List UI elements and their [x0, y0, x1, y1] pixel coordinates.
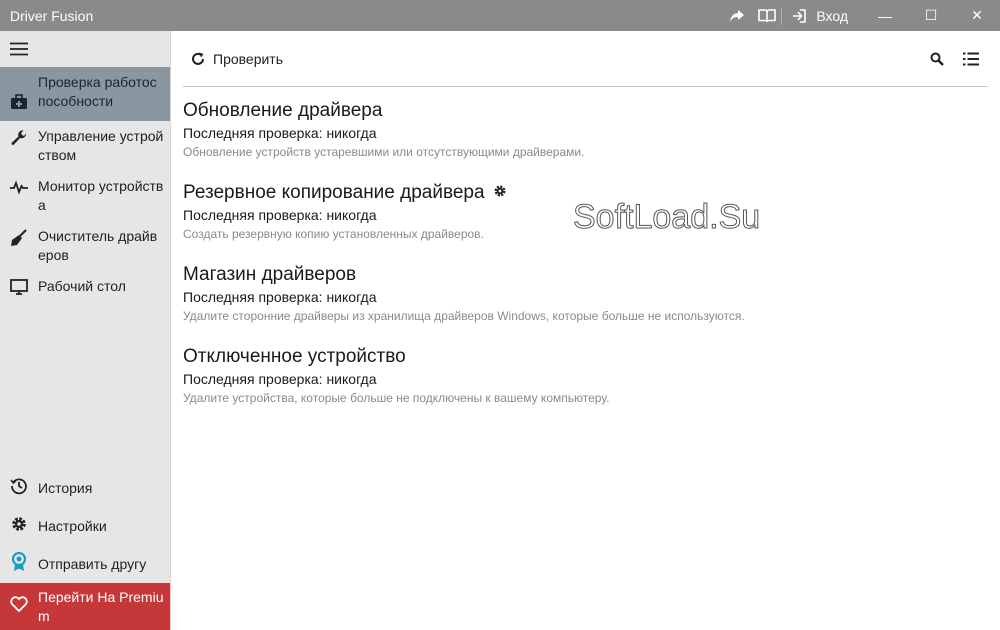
maximize-button[interactable]: ☐: [908, 0, 954, 31]
login-icon: [793, 8, 807, 23]
sidebar-item-label: Перейти На Premium: [38, 588, 164, 624]
gear-icon: [10, 515, 38, 538]
award-icon: [10, 551, 38, 577]
section-heading: Резервное копирование драйвера: [183, 182, 507, 204]
sidebar-bottom: История Настройки Отправить другу Перейт…: [0, 469, 170, 630]
check-button[interactable]: Проверить: [191, 51, 283, 67]
login-button[interactable]: Вход: [782, 0, 862, 31]
watermark: SoftLoad.Su: [572, 198, 761, 237]
section-title: Магазин драйверов: [183, 264, 357, 285]
section-driver-store[interactable]: Магазин драйверов Последняя проверка: ни…: [183, 264, 745, 324]
section-last-check: Последняя проверка: никогда: [183, 289, 377, 305]
sidebar-item-go-premium[interactable]: Перейти На Premium: [0, 583, 170, 630]
sidebar-item-driver-cleaner[interactable]: Очиститель драйверов: [0, 221, 170, 271]
toolbar: Проверить: [183, 31, 988, 87]
section-disconnected-device[interactable]: Отключенное устройство Последняя проверк…: [183, 346, 609, 406]
sidebar-item-device-management[interactable]: Управление устройством: [0, 121, 170, 171]
section-description: Удалите устройства, которые больше не по…: [183, 391, 610, 405]
sidebar-item-label: Очиститель драйверов: [38, 228, 158, 263]
section-last-check: Последняя проверка: никогда: [183, 125, 377, 141]
sidebar-item-label: Рабочий стол: [38, 278, 126, 294]
share-icon[interactable]: [722, 0, 752, 31]
sidebar-item-health-check[interactable]: Проверка работоспособности: [0, 67, 170, 121]
wrench-icon: [10, 127, 38, 152]
section-description: Создать резервную копию установленных др…: [183, 227, 484, 241]
title-bar: Driver Fusion Вход — ☐ ✕: [0, 0, 1000, 31]
main-content: Проверить Обновление драйвера Последняя …: [170, 31, 1000, 630]
sidebar-item-label: Монитор устройства: [38, 178, 164, 213]
check-button-label: Проверить: [213, 50, 284, 67]
hamburger-menu-icon[interactable]: [0, 31, 170, 67]
window-title: Driver Fusion: [10, 7, 94, 24]
section-last-check: Последняя проверка: никогда: [183, 207, 377, 223]
sidebar-item-history[interactable]: История: [0, 469, 170, 507]
heart-icon: [10, 596, 38, 617]
gear-icon[interactable]: [493, 182, 507, 204]
toolbox-icon: [10, 73, 38, 115]
sidebar-item-label: Проверка работоспособности: [38, 74, 157, 109]
minimize-button[interactable]: —: [862, 0, 908, 31]
monitor-icon: [10, 277, 38, 300]
sidebar-item-label: Управление устройством: [38, 128, 164, 163]
refresh-icon: [192, 52, 204, 65]
manual-book-icon[interactable]: [752, 6, 783, 25]
login-label: Вход: [816, 7, 848, 24]
sidebar-item-device-monitor[interactable]: Монитор устройства: [0, 171, 170, 221]
section-last-check: Последняя проверка: никогда: [183, 371, 377, 387]
pulse-icon: [10, 177, 38, 200]
close-button[interactable]: ✕: [954, 0, 1000, 31]
section-description: Удалите сторонние драйверы из хранилища …: [183, 309, 745, 323]
section-driver-update[interactable]: Обновление драйвера Последняя проверка: …: [183, 100, 584, 160]
section-driver-backup[interactable]: Резервное копирование драйвера Последняя…: [183, 182, 507, 242]
list-view-icon[interactable]: [954, 52, 988, 66]
sidebar-item-label: История: [38, 479, 93, 496]
sidebar: Проверка работоспособности Управление ус…: [0, 31, 170, 630]
sidebar-item-send-to-friend[interactable]: Отправить другу: [0, 545, 170, 583]
section-title: Отключенное устройство: [183, 346, 406, 367]
section-description: Обновление устройств устаревшими или отс…: [183, 145, 585, 159]
sidebar-item-label: Отправить другу: [38, 555, 147, 572]
sidebar-item-label: Настройки: [38, 517, 107, 534]
sidebar-item-desktop[interactable]: Рабочий стол: [0, 271, 170, 306]
search-icon[interactable]: [920, 52, 954, 66]
section-title: Обновление драйвера: [183, 100, 383, 121]
history-icon: [10, 477, 38, 500]
section-title: Резервное копирование драйвера: [183, 182, 485, 203]
broom-icon: [10, 227, 38, 252]
sidebar-item-settings[interactable]: Настройки: [0, 507, 170, 545]
